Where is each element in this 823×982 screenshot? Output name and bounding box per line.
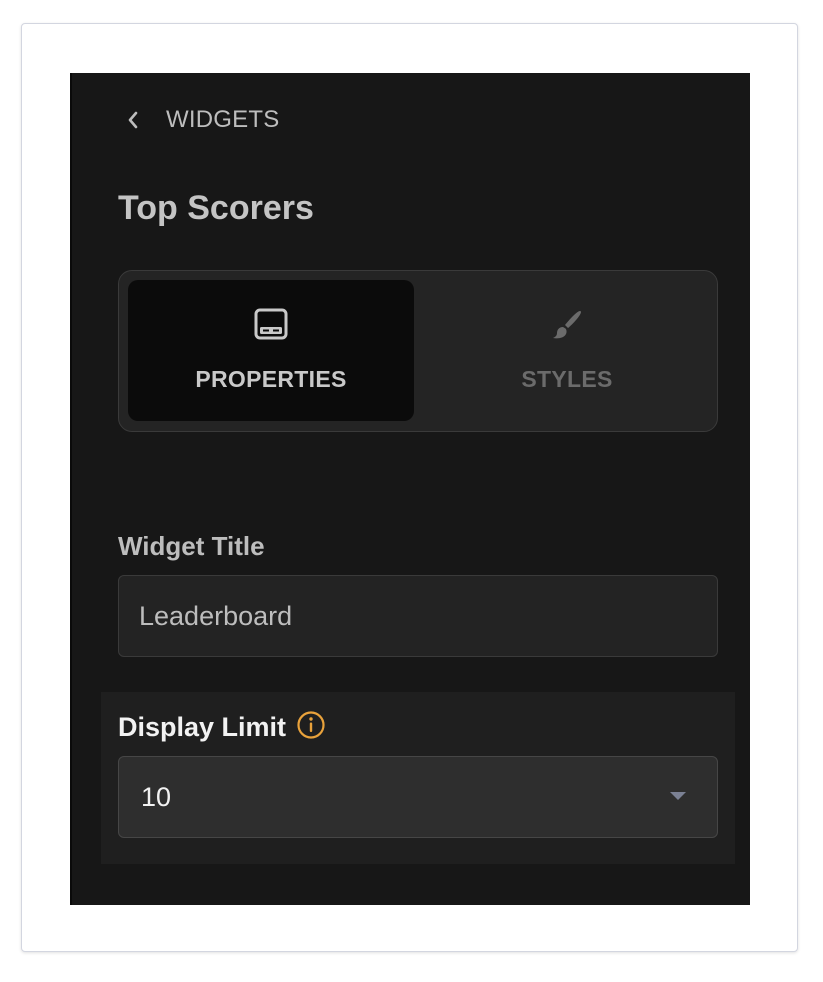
display-limit-select[interactable]: 10: [118, 756, 718, 838]
back-to-widgets-button[interactable]: WIDGETS: [126, 105, 279, 135]
panel-icon: [254, 308, 288, 342]
chevron-left-icon: [126, 110, 140, 130]
tab-properties-label: PROPERTIES: [195, 366, 347, 392]
paintbrush-icon: [550, 308, 584, 342]
panel-tabs: PROPERTIES STYLES: [118, 270, 718, 432]
info-icon[interactable]: [296, 710, 326, 745]
tab-properties[interactable]: PROPERTIES: [128, 280, 414, 421]
caret-down-icon: [669, 788, 687, 806]
tab-styles-label: STYLES: [521, 366, 613, 392]
display-limit-label-row: Display Limit: [118, 710, 326, 745]
back-label: WIDGETS: [166, 106, 280, 133]
display-limit-label: Display Limit: [118, 712, 287, 742]
widget-title-label: Widget Title: [118, 531, 265, 561]
widget-name-heading: Top Scorers: [118, 189, 314, 227]
tab-styles[interactable]: STYLES: [424, 280, 710, 421]
widget-title-input[interactable]: [118, 575, 718, 657]
display-limit-section: Display Limit 10: [101, 692, 735, 864]
display-limit-value: 10: [141, 781, 172, 812]
widget-settings-panel: WIDGETS Top Scorers PROPERTIES STYLES Wi…: [70, 73, 750, 905]
